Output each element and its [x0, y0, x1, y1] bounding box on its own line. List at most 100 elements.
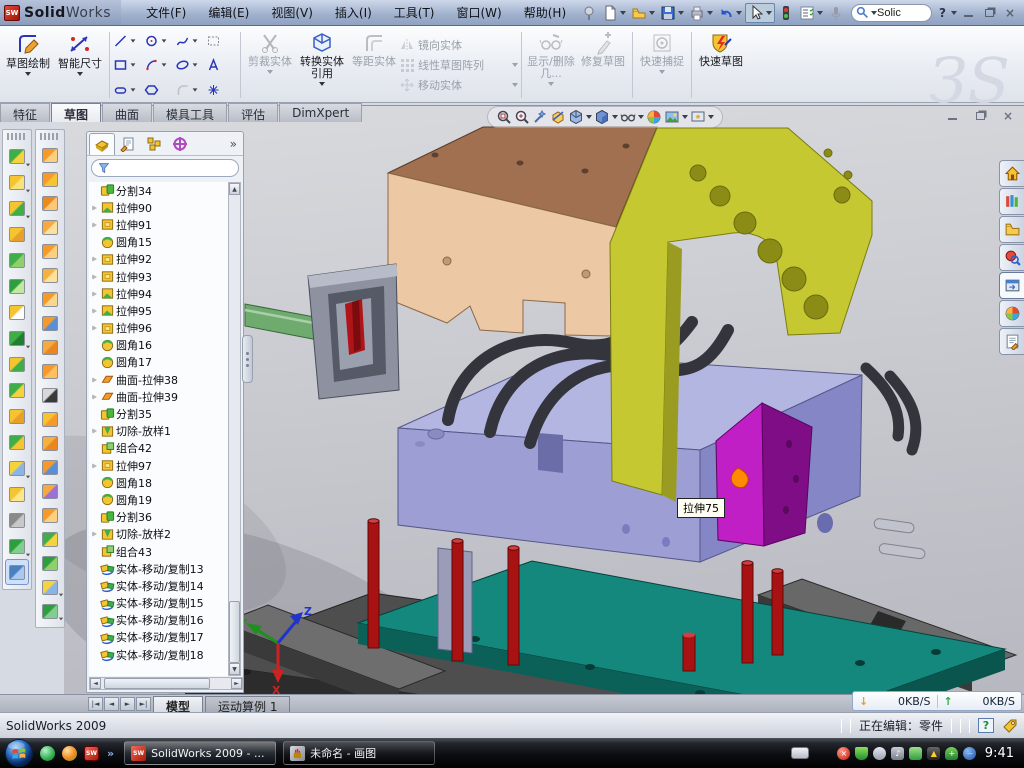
combine-pair-button[interactable]	[3, 351, 31, 377]
print-document-button[interactable]	[687, 4, 715, 22]
save-document-button[interactable]	[658, 4, 686, 22]
tray-volume-icon[interactable]: ♪	[891, 747, 904, 760]
tree-item-曲面-拉伸39[interactable]: 曲面-拉伸39	[89, 388, 229, 405]
doc-close-button[interactable]: ×	[998, 108, 1018, 124]
quick-launch-messenger[interactable]	[40, 746, 55, 761]
expand-arrow[interactable]	[89, 377, 99, 383]
tree-item-分割35[interactable]: 分割35	[89, 405, 229, 422]
expand-arrow[interactable]	[89, 531, 99, 537]
undo-button[interactable]	[716, 4, 744, 22]
restore-button[interactable]	[979, 5, 999, 21]
undo-dropdown[interactable]	[736, 11, 742, 15]
green-wedge-button[interactable]	[3, 273, 31, 299]
stack-bodies-button[interactable]	[3, 403, 31, 429]
slot-dropdown[interactable]	[131, 88, 136, 91]
menu-工具(T)[interactable]: 工具(T)	[383, 0, 446, 25]
tree-item-实体-移动/复制18[interactable]: 实体-移动/复制18	[89, 646, 229, 663]
spline-dropdown[interactable]	[193, 39, 198, 42]
prev-tab-button[interactable]: ◄	[104, 697, 119, 711]
sketch-slot-button[interactable]	[113, 81, 144, 98]
doc-restore-button[interactable]	[970, 108, 990, 124]
hide-show-items-dropdown[interactable]	[638, 115, 644, 119]
minimize-button[interactable]	[958, 5, 978, 21]
options-list-button[interactable]	[797, 4, 825, 22]
tree-item-切除-放样1[interactable]: 切除-放样1	[89, 423, 229, 440]
display-style-dropdown[interactable]	[612, 115, 618, 119]
apply-scene-dropdown[interactable]	[682, 115, 688, 119]
select-arrow-button[interactable]	[745, 3, 775, 23]
view-orientation-dropdown[interactable]	[586, 115, 592, 119]
tray-network-phone-icon[interactable]	[909, 747, 922, 760]
first-tab-button[interactable]: |◄	[88, 697, 103, 711]
help-button[interactable]: ?	[937, 5, 948, 21]
surface-planar-button[interactable]	[36, 263, 64, 287]
tree-item-曲面-拉伸38[interactable]: 曲面-拉伸38	[89, 371, 229, 388]
quick-launch-browser[interactable]	[62, 746, 77, 761]
tree-item-切除-放样2[interactable]: 切除-放样2	[89, 526, 229, 543]
tray-security-alert-icon[interactable]: ×	[837, 747, 850, 760]
tab-评估[interactable]: 评估	[228, 103, 278, 122]
rapid-sketch-button[interactable]: 快速草图	[695, 28, 747, 102]
scroll-left-button[interactable]: ◄	[90, 678, 101, 689]
menu-编辑(E)[interactable]: 编辑(E)	[197, 0, 260, 25]
tree-filter-box[interactable]	[91, 159, 239, 177]
tree-item-圆角19[interactable]: 圆角19	[89, 491, 229, 508]
expand-arrow[interactable]	[89, 274, 99, 280]
circle-dropdown[interactable]	[162, 39, 167, 42]
help-dropdown[interactable]	[951, 11, 957, 15]
view-palette-tab[interactable]	[999, 272, 1024, 299]
open-document-button[interactable]	[629, 4, 657, 22]
voice-command-button[interactable]	[826, 4, 846, 22]
view-settings-button[interactable]	[690, 109, 714, 125]
expand-arrow[interactable]	[89, 325, 99, 331]
green-spline-2-button[interactable]	[36, 599, 64, 623]
menu-插入(I)[interactable]: 插入(I)	[324, 0, 383, 25]
surface-trim-button[interactable]	[36, 431, 64, 455]
hide-show-items-button[interactable]	[620, 109, 644, 125]
sketch-fillet-dropdown[interactable]	[193, 88, 198, 91]
apply-scene-button[interactable]	[664, 109, 688, 125]
appearances-scenes-tab[interactable]	[999, 300, 1024, 327]
select-arrow-dropdown[interactable]	[766, 11, 772, 15]
zoom-area-button[interactable]	[514, 109, 530, 125]
rectangle-dropdown[interactable]	[131, 63, 136, 66]
surface-loft-button[interactable]	[36, 143, 64, 167]
view-settings-dropdown[interactable]	[708, 115, 714, 119]
pattern-dots-button[interactable]	[3, 325, 31, 351]
repair-sketch-button[interactable]: 修复草图	[577, 28, 629, 102]
tree-item-实体-移动/复制15[interactable]: 实体-移动/复制15	[89, 595, 229, 612]
scroll-right-button[interactable]: ►	[231, 678, 242, 689]
edit-appearance-button[interactable]	[646, 109, 662, 125]
sketch-dropdown[interactable]	[25, 72, 31, 76]
sketch-sketch-fillet-button[interactable]	[175, 81, 206, 98]
measure-tool-button[interactable]	[5, 559, 29, 585]
new-document-dropdown[interactable]	[620, 11, 626, 15]
rebuild-traffic-light-button[interactable]	[776, 4, 796, 22]
tree-item-组合43[interactable]: 组合43	[89, 543, 229, 560]
surface-bend-button[interactable]	[36, 359, 64, 383]
ball-corner-button[interactable]	[36, 527, 64, 551]
sketch-circle-button[interactable]	[144, 32, 175, 49]
expand-arrow[interactable]	[89, 463, 99, 469]
wand-sparkle-2-dropdown[interactable]	[59, 594, 63, 597]
delete-face-button[interactable]	[36, 383, 64, 407]
next-tab-button[interactable]: ►	[120, 697, 135, 711]
new-document-button[interactable]	[600, 4, 628, 22]
green-spline-2-dropdown[interactable]	[59, 618, 63, 621]
pin-icon-button[interactable]	[579, 4, 599, 22]
surface-extend-button[interactable]	[36, 455, 64, 479]
vertical-scroll-thumb[interactable]	[229, 601, 240, 663]
wand-sparkle-2-button[interactable]	[36, 575, 64, 599]
line-dropdown[interactable]	[131, 39, 136, 42]
options-list-dropdown[interactable]	[817, 11, 823, 15]
boss-extrude-button[interactable]	[3, 169, 31, 195]
sketch-arc-button[interactable]	[144, 57, 175, 74]
tag-icon[interactable]	[1002, 718, 1018, 734]
start-button[interactable]	[4, 738, 34, 768]
move-entities-button[interactable]: 移动实体	[400, 77, 518, 93]
surface-flatten-button[interactable]	[36, 503, 64, 527]
tray-sync-blocked-icon[interactable]: −	[963, 747, 976, 760]
file-explorer-tab[interactable]	[999, 216, 1024, 243]
display-delete-relations-button[interactable]: 显示/删除几...	[525, 28, 577, 102]
search-input[interactable]	[877, 7, 923, 19]
